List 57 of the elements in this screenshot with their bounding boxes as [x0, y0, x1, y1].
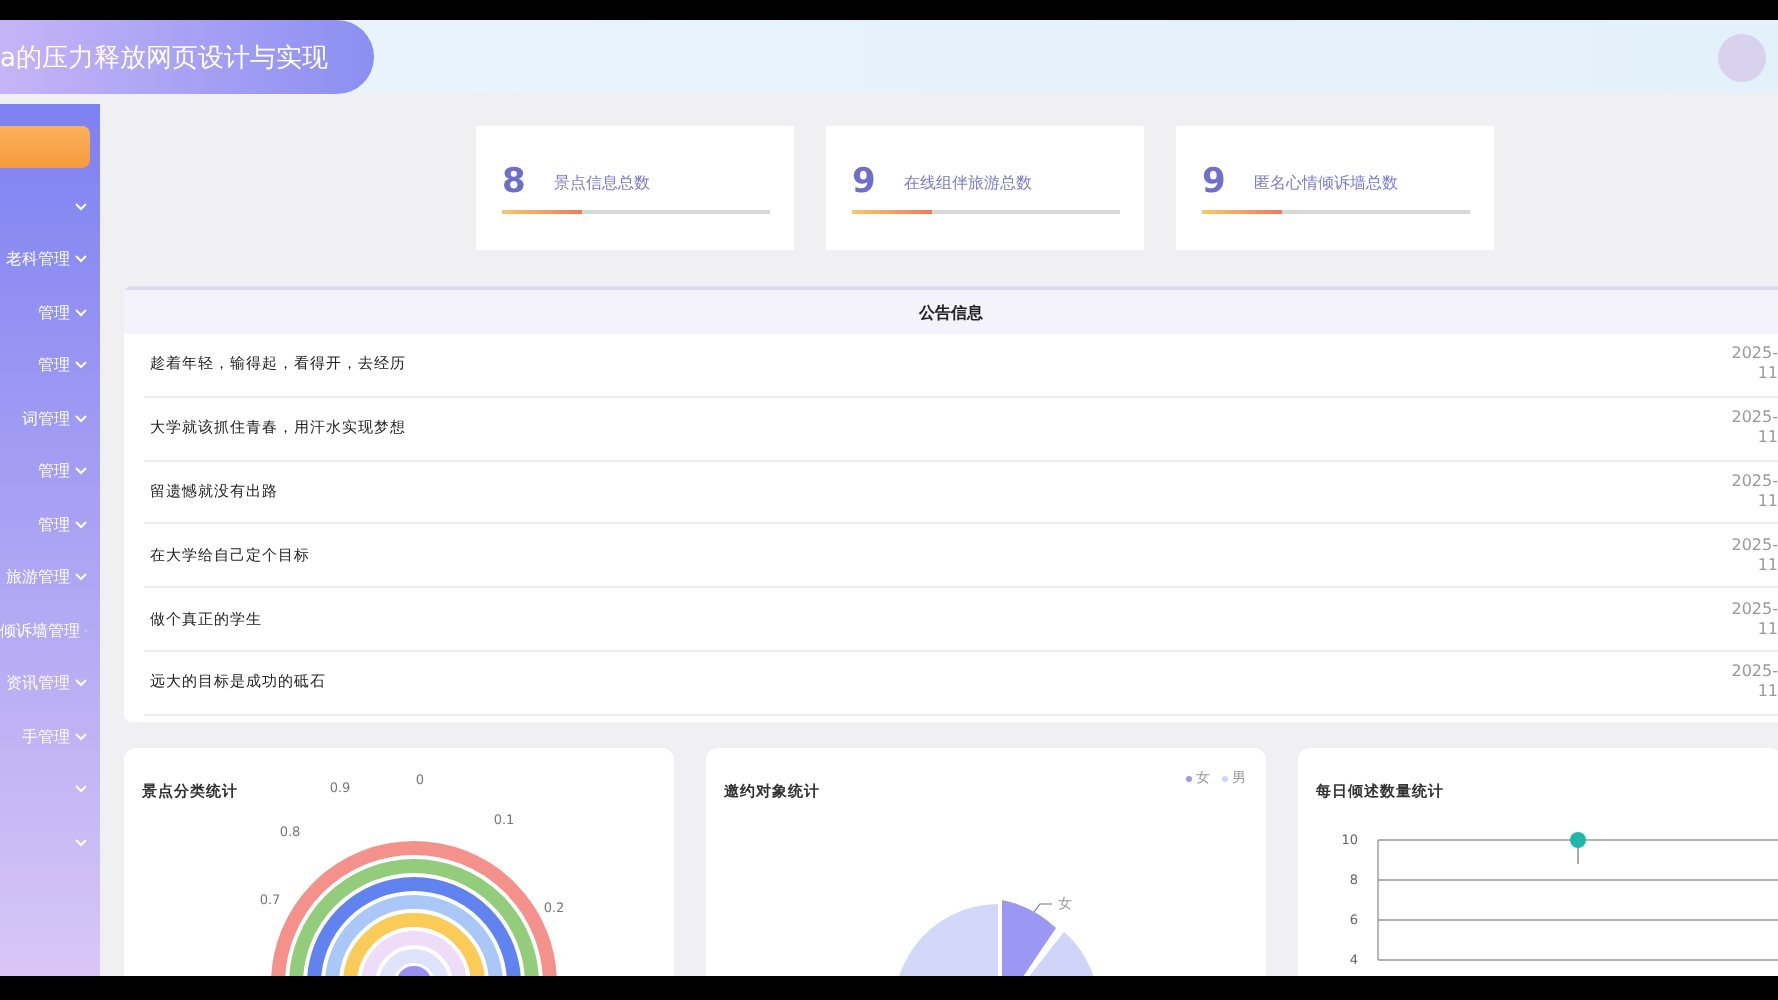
sidebar-item[interactable]: 管理 — [0, 286, 100, 339]
sidebar-item[interactable]: 手管理 — [0, 710, 100, 763]
chevron-down-icon — [74, 731, 88, 742]
legend-dot-icon — [1222, 775, 1228, 782]
sidebar-label: 管理 — [38, 301, 70, 324]
notice-date: 11 — [1757, 555, 1778, 576]
sidebar-label: 管理 — [38, 460, 70, 483]
sidebar-item[interactable]: 旅游管理 — [0, 551, 100, 604]
stat-value: 9 — [852, 162, 876, 202]
notice-date: 2025- — [1731, 344, 1778, 365]
stat-value: 9 — [1202, 162, 1226, 202]
sidebar-label: 老科管理 — [6, 248, 70, 271]
notice-date: 11 — [1757, 364, 1778, 385]
sidebar-label: 倾诉墙管理 — [0, 619, 80, 642]
chevron-down-icon — [74, 519, 88, 530]
notice-date: 11 — [1757, 491, 1778, 512]
panel-title: 公告信息 — [124, 290, 1778, 334]
notice-date: 2025- — [1731, 535, 1778, 556]
sidebar-item[interactable]: 管理 — [0, 445, 100, 498]
sidebar-label: 管理 — [38, 354, 70, 377]
stat-value: 8 — [502, 162, 526, 202]
chevron-down-icon — [74, 360, 88, 371]
sidebar-item[interactable]: 管理 — [0, 339, 100, 392]
chevron-down-icon — [74, 307, 88, 318]
notice-date: 2025- — [1731, 408, 1778, 429]
sidebar-item[interactable]: 管理 — [0, 498, 100, 551]
chevron-down-icon — [74, 837, 88, 848]
sidebar-item[interactable]: 资讯管理 — [0, 657, 100, 710]
sidebar-item[interactable] — [0, 126, 90, 168]
chevron-down-icon — [74, 572, 88, 583]
notice-date: 11 — [1757, 682, 1778, 703]
notice-date: 2025- — [1731, 599, 1778, 620]
sidebar-label: 词管理 — [22, 407, 70, 430]
chevron-down-icon — [74, 466, 88, 477]
chevron-down-icon — [74, 201, 88, 212]
sidebar-label: 手管理 — [22, 725, 70, 748]
stat-label: 匿名心情倾诉墙总数 — [1253, 171, 1398, 193]
stat-label: 景点信息总数 — [553, 171, 650, 193]
notice-date: 11 — [1757, 428, 1778, 449]
chevron-down-icon — [74, 678, 88, 689]
sidebar-label: 资讯管理 — [6, 672, 70, 695]
sidebar-item[interactable]: 倾诉墙管理 — [0, 604, 100, 657]
legend-dot-icon — [1186, 775, 1192, 782]
chevron-down-icon — [74, 784, 88, 795]
avatar[interactable] — [1718, 33, 1766, 81]
notice-date: 11 — [1757, 619, 1778, 640]
chevron-down-icon — [74, 413, 88, 424]
notice-date: 2025- — [1731, 662, 1778, 683]
leader-line — [1033, 902, 1053, 913]
app-title: a的压力释放网页设计与实现 — [0, 41, 328, 75]
sidebar-item[interactable]: 词管理 — [0, 392, 100, 445]
chevron-down-icon — [74, 254, 88, 265]
sidebar-label: 旅游管理 — [6, 566, 70, 589]
stat-label: 在线组伴旅游总数 — [903, 171, 1032, 193]
sidebar-item[interactable]: 老科管理 — [0, 233, 100, 286]
sidebar-label: 管理 — [38, 513, 70, 536]
notice-date: 2025- — [1731, 471, 1778, 492]
